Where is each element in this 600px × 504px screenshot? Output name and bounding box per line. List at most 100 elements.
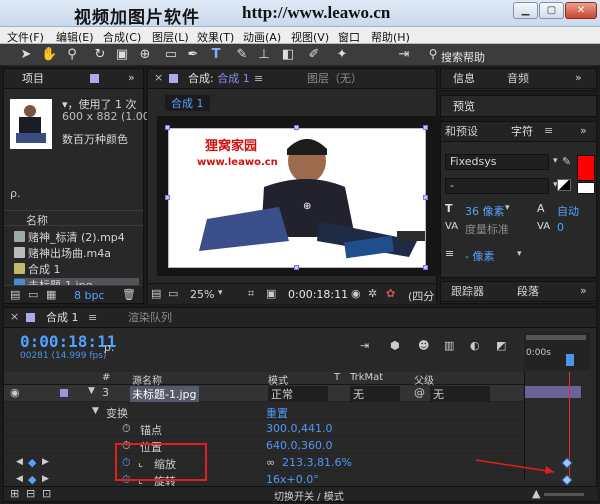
rotate-tool-icon[interactable]: ↻	[92, 47, 108, 63]
kerning-value[interactable]: 度量标准	[465, 221, 509, 237]
panel-menu-icon[interactable]: »	[580, 124, 587, 137]
label-color-chip[interactable]	[60, 389, 68, 397]
menu-layer[interactable]: 图层(L)	[152, 29, 189, 45]
show-snapshot-icon[interactable]: ✲	[368, 287, 377, 300]
zoom-select[interactable]: 25%	[190, 288, 214, 301]
comp-mini-flowchart-icon[interactable]: ⇥	[360, 339, 369, 352]
roto-brush-tool-icon[interactable]: ✐	[306, 47, 322, 63]
tab-preview[interactable]: 预览	[449, 97, 479, 117]
list-item[interactable]: 赌神出场曲.m4a	[14, 246, 139, 262]
add-keyframe-icon[interactable]: ◆	[28, 456, 36, 469]
zoom-slider[interactable]	[544, 493, 584, 496]
viewer-timecode[interactable]: 0:00:18:11	[288, 288, 348, 301]
menu-edit[interactable]: 编辑(E)	[56, 29, 94, 45]
anchor-point-icon[interactable]: ⊕	[303, 201, 311, 212]
transform-handle[interactable]	[423, 195, 428, 200]
size-dropdown-icon[interactable]: ▾	[505, 203, 510, 213]
prev-keyframe-icon[interactable]: ◀	[16, 474, 23, 484]
safe-area-icon[interactable]: ⌗	[248, 287, 254, 301]
hand-tool-icon[interactable]: ✋	[41, 47, 57, 63]
swap-colors-icon[interactable]	[557, 179, 571, 191]
menu-composition[interactable]: 合成(C)	[103, 29, 141, 45]
zoom-tool-icon[interactable]: ⚲	[64, 47, 80, 63]
monitor-icon[interactable]: ▭	[168, 287, 178, 300]
next-keyframe-icon[interactable]: ▶	[42, 474, 49, 484]
tab-project[interactable]: 项目	[18, 69, 48, 89]
eraser-tool-icon[interactable]: ◧	[280, 47, 296, 63]
stroke-width-value[interactable]: - 像素	[465, 248, 494, 264]
panel-menu-icon[interactable]: »	[580, 284, 587, 297]
expand-arrow-icon[interactable]: ▼	[92, 406, 99, 416]
toggle-switches-icon[interactable]: ⊞	[10, 487, 19, 500]
tab-effects-presets[interactable]: 和预设	[441, 122, 482, 142]
property-row-anchor[interactable]: ⏱ 锚点 300.0,441.0	[4, 420, 524, 437]
transform-handle[interactable]	[423, 265, 428, 270]
layer-mode-select[interactable]: 正常	[268, 386, 328, 402]
timeline-timecode[interactable]: 0:00:18:11	[20, 332, 116, 351]
toggle-switches-modes-button[interactable]: 切换开关 / 模式	[274, 488, 344, 503]
selection-tool-icon[interactable]: ➤	[18, 47, 34, 63]
transform-reset-link[interactable]: 重置	[266, 405, 288, 421]
toggle-stretch-icon[interactable]: ⊡	[42, 487, 51, 500]
stroke-color-swatch[interactable]	[577, 182, 595, 194]
property-value[interactable]: 640.0,360.0	[266, 439, 332, 452]
parent-pick-whip-icon[interactable]: @	[414, 386, 425, 399]
column-name-label[interactable]: 名称	[26, 212, 48, 228]
col-trkmat[interactable]: TrkMat	[350, 372, 383, 383]
clone-stamp-tool-icon[interactable]: ⊥	[256, 47, 272, 63]
transform-handle[interactable]	[423, 125, 428, 130]
panel-lock-icon[interactable]: ≡	[544, 124, 553, 137]
magnify-icon[interactable]: ▤	[151, 287, 161, 300]
tab-timeline-comp[interactable]: 合成 1	[42, 308, 83, 328]
transform-handle[interactable]	[294, 125, 299, 130]
tab-character[interactable]: 字符	[507, 122, 537, 142]
motion-blur-icon[interactable]: ◐	[470, 339, 480, 352]
stopwatch-icon[interactable]: ⏱	[122, 422, 131, 436]
workspace-icon[interactable]: ⇥	[396, 47, 412, 63]
list-item[interactable]: 赌神_标清 (2).mp4	[14, 230, 139, 246]
tab-composition[interactable]: 合成: 合成 1	[184, 69, 254, 89]
bit-depth-button[interactable]: 8 bpc	[74, 289, 105, 302]
layer-bar[interactable]	[525, 386, 581, 398]
color-channel-icon[interactable]: ✿	[386, 287, 395, 300]
panel-menu-icon[interactable]: »	[128, 71, 135, 84]
search-icon[interactable]: ⚲	[425, 47, 441, 63]
tab-paragraph[interactable]: 段落	[513, 282, 543, 302]
add-keyframe-icon[interactable]: ◆	[28, 473, 36, 486]
zoom-out-icon[interactable]: ▲	[532, 487, 540, 500]
tab-layer[interactable]: 图层（无）	[303, 69, 366, 89]
snapshot-icon[interactable]: ◉	[351, 287, 361, 300]
layer-parent-select[interactable]: 无	[430, 386, 490, 402]
graph-editor-icon[interactable]: ◩	[496, 339, 506, 352]
property-value[interactable]: 213.3,81.6%	[282, 456, 352, 469]
close-tab-icon[interactable]: ×	[10, 310, 19, 323]
transform-handle[interactable]	[294, 265, 299, 270]
maximize-button[interactable]: ▢	[539, 2, 564, 19]
transform-handle[interactable]	[165, 195, 170, 200]
puppet-tool-icon[interactable]: ✦	[334, 47, 350, 63]
transform-handle[interactable]	[165, 125, 170, 130]
tab-audio[interactable]: 音频	[503, 69, 533, 89]
frame-blending-icon[interactable]: ▥	[444, 339, 454, 352]
comp-viewer[interactable]: 狸窝家园 www.leawo.cn ⊕	[157, 116, 442, 276]
property-row-position[interactable]: ⏱ 位置 640.0,360.0	[4, 437, 524, 454]
menu-window[interactable]: 窗口	[338, 29, 360, 45]
new-folder-icon[interactable]: ▭	[28, 288, 38, 301]
minimize-button[interactable]: ▁	[513, 2, 538, 19]
eyedropper-icon[interactable]: ✎	[562, 155, 571, 168]
menu-effect[interactable]: 效果(T)	[197, 29, 234, 45]
panel-menu-icon[interactable]: »	[575, 71, 582, 84]
property-value[interactable]: 16x+0.0°	[266, 473, 319, 486]
rectangle-tool-icon[interactable]: ▭	[163, 47, 179, 63]
camera-tool-icon[interactable]: ▣	[114, 47, 130, 63]
text-tool-icon[interactable]: T	[208, 47, 224, 63]
next-keyframe-icon[interactable]: ▶	[42, 457, 49, 467]
shy-layers-icon[interactable]: ☻	[418, 339, 429, 352]
fill-color-swatch[interactable]	[577, 155, 595, 181]
layer-trkmat-select[interactable]: 无	[350, 386, 400, 402]
font-family-select[interactable]: Fixedsys	[445, 154, 549, 170]
list-item[interactable]: 合成 1	[14, 262, 139, 278]
font-size-value[interactable]: 36 像素	[465, 203, 505, 219]
menu-help[interactable]: 帮助(H)	[371, 29, 410, 45]
menu-file[interactable]: 文件(F)	[7, 29, 44, 45]
